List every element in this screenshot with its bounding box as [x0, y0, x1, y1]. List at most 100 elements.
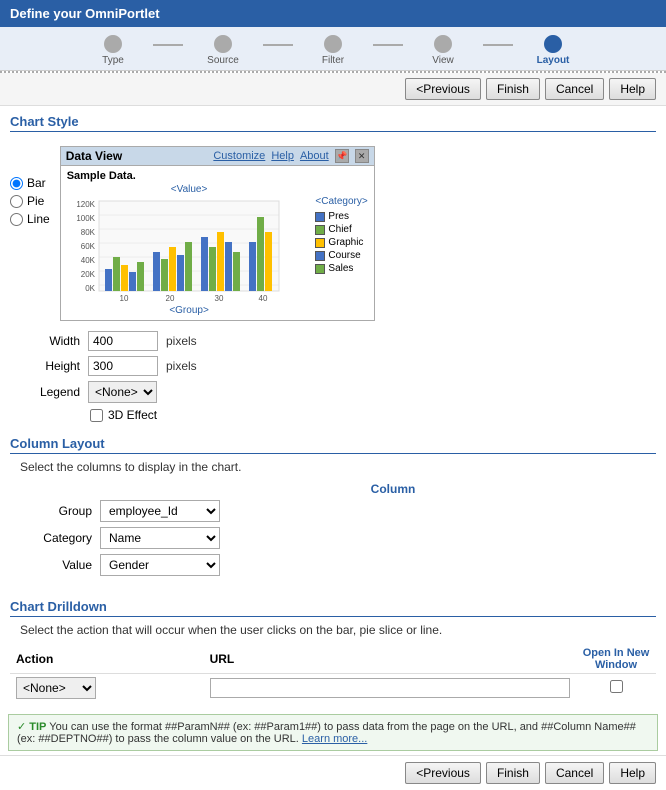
close-icon[interactable]: ✕	[355, 149, 369, 163]
data-view-panel: Data View Customize Help About 📌 ✕ Sampl…	[60, 146, 375, 321]
tip-box: ✓ TIP You can use the format ##ParamN## …	[8, 714, 658, 751]
bottom-previous-button[interactable]: <Previous	[405, 762, 481, 784]
radio-line[interactable]: Line	[10, 212, 50, 226]
radio-pie-input[interactable]	[10, 195, 23, 208]
step-source: Source	[183, 35, 263, 66]
open-new-window-header: Open In NewWindow	[576, 645, 656, 674]
step-label-type: Type	[102, 55, 124, 66]
radio-bar-label: Bar	[27, 176, 46, 190]
column-layout-title: Column Layout	[10, 436, 656, 454]
url-header: URL	[204, 645, 576, 674]
height-unit: pixels	[166, 359, 197, 373]
data-view-body: Sample Data. <Value> 120K 100K 80K 60K 4…	[61, 166, 374, 320]
svg-text:10: 10	[119, 294, 128, 302]
chart-drilldown-section: Chart Drilldown Select the action that w…	[0, 591, 666, 710]
step-filter: Filter	[293, 35, 373, 66]
action-select[interactable]: <None> Redirect Popup	[16, 677, 96, 699]
data-view-title: Data View	[66, 149, 122, 163]
legend-label-graphic: Graphic	[328, 237, 363, 248]
step-circle-filter	[324, 35, 342, 53]
step-label-source: Source	[207, 55, 239, 66]
bottom-finish-button[interactable]: Finish	[486, 762, 540, 784]
action-cell: <None> Redirect Popup	[10, 674, 204, 703]
top-finish-button[interactable]: Finish	[486, 78, 540, 100]
tip-label: TIP	[29, 721, 46, 733]
radio-bar[interactable]: Bar	[10, 176, 50, 190]
help-link[interactable]: Help	[271, 150, 294, 162]
about-link[interactable]: About	[300, 150, 329, 162]
top-cancel-button[interactable]: Cancel	[545, 78, 604, 100]
legend-row: Legend <None> Top Bottom Left Right	[20, 381, 646, 403]
3d-effect-row: 3D Effect	[90, 408, 646, 422]
svg-text:120K: 120K	[76, 200, 95, 209]
legend-select[interactable]: <None> Top Bottom Left Right	[88, 381, 157, 403]
svg-text:80K: 80K	[80, 228, 95, 237]
radio-bar-input[interactable]	[10, 177, 23, 190]
group-row: Group employee_Id Name Gender Dept	[20, 500, 646, 522]
svg-text:20: 20	[165, 294, 174, 302]
checkmark-icon: ✓	[17, 721, 26, 733]
url-input[interactable]	[210, 678, 570, 698]
step-label-filter: Filter	[322, 55, 344, 66]
svg-text:100K: 100K	[76, 214, 95, 223]
chart-legend: <Category> Pres Chief Graphic	[315, 196, 367, 316]
data-view-header: Data View Customize Help About 📌 ✕	[61, 147, 374, 166]
3d-effect-label: 3D Effect	[108, 408, 157, 422]
height-row: Height pixels	[20, 356, 646, 376]
step-circle-view	[434, 35, 452, 53]
width-input[interactable]	[88, 331, 158, 351]
radio-line-input[interactable]	[10, 213, 23, 226]
chart-drilldown-desc: Select the action that will occur when t…	[10, 623, 656, 637]
svg-text:30: 30	[214, 294, 223, 302]
radio-pie[interactable]: Pie	[10, 194, 50, 208]
category-label: Category	[20, 531, 100, 545]
svg-text:40: 40	[258, 294, 267, 302]
legend-graphic: Graphic	[315, 237, 367, 248]
chart-drilldown-title: Chart Drilldown	[10, 599, 656, 617]
svg-text:60K: 60K	[80, 242, 95, 251]
open-new-window-checkbox[interactable]	[610, 680, 623, 693]
top-help-button[interactable]: Help	[609, 78, 656, 100]
learn-more-link[interactable]: Learn more...	[302, 733, 367, 745]
wizard-steps: Type Source Filter View Layout	[0, 27, 666, 71]
height-label: Height	[20, 359, 80, 373]
step-circle-type	[104, 35, 122, 53]
chart-settings: Width pixels Height pixels Legend <None>…	[0, 325, 666, 428]
category-select[interactable]: employee_Id Name Gender Dept	[100, 527, 220, 549]
height-input[interactable]	[88, 356, 158, 376]
step-connector-2	[263, 44, 293, 46]
group-label: <Group>	[67, 305, 312, 316]
drilldown-table: Action URL Open In NewWindow <None> Redi…	[10, 645, 656, 702]
column-layout-desc: Select the columns to display in the cha…	[20, 460, 646, 474]
step-type: Type	[73, 35, 153, 66]
step-label-layout: Layout	[537, 55, 570, 66]
step-circle-layout	[544, 35, 562, 53]
chart-container: <Value> 120K 100K 80K 60K 40K 20K 0K	[67, 184, 368, 316]
customize-link[interactable]: Customize	[213, 150, 265, 162]
chart-svg: 120K 100K 80K 60K 40K 20K 0K	[67, 197, 287, 302]
step-connector-1	[153, 44, 183, 46]
open-new-window-cell	[576, 674, 656, 703]
radio-pie-label: Pie	[27, 194, 44, 208]
group-select[interactable]: employee_Id Name Gender Dept	[100, 500, 220, 522]
step-layout: Layout	[513, 35, 593, 66]
step-connector-3	[373, 44, 403, 46]
step-circle-source	[214, 35, 232, 53]
chart-style-section: Chart Style	[0, 106, 666, 142]
legend-label: Legend	[20, 385, 80, 399]
3d-effect-checkbox[interactable]	[90, 409, 103, 422]
chart-style-title: Chart Style	[10, 114, 656, 132]
legend-color-course	[315, 251, 325, 261]
column-header: Column	[140, 482, 646, 496]
svg-text:40K: 40K	[80, 256, 95, 265]
pin-icon[interactable]: 📌	[335, 149, 349, 163]
bottom-help-button[interactable]: Help	[609, 762, 656, 784]
bottom-cancel-button[interactable]: Cancel	[545, 762, 604, 784]
chart-style-content: Bar Pie Line Data View Customize Help Ab…	[0, 142, 666, 325]
legend-label-chief: Chief	[328, 224, 351, 235]
value-select[interactable]: employee_Id Name Gender Dept	[100, 554, 220, 576]
category-label: <Category>	[315, 196, 367, 207]
chart-graph: <Value> 120K 100K 80K 60K 40K 20K 0K	[67, 184, 312, 316]
step-connector-4	[483, 44, 513, 46]
top-previous-button[interactable]: <Previous	[405, 78, 481, 100]
